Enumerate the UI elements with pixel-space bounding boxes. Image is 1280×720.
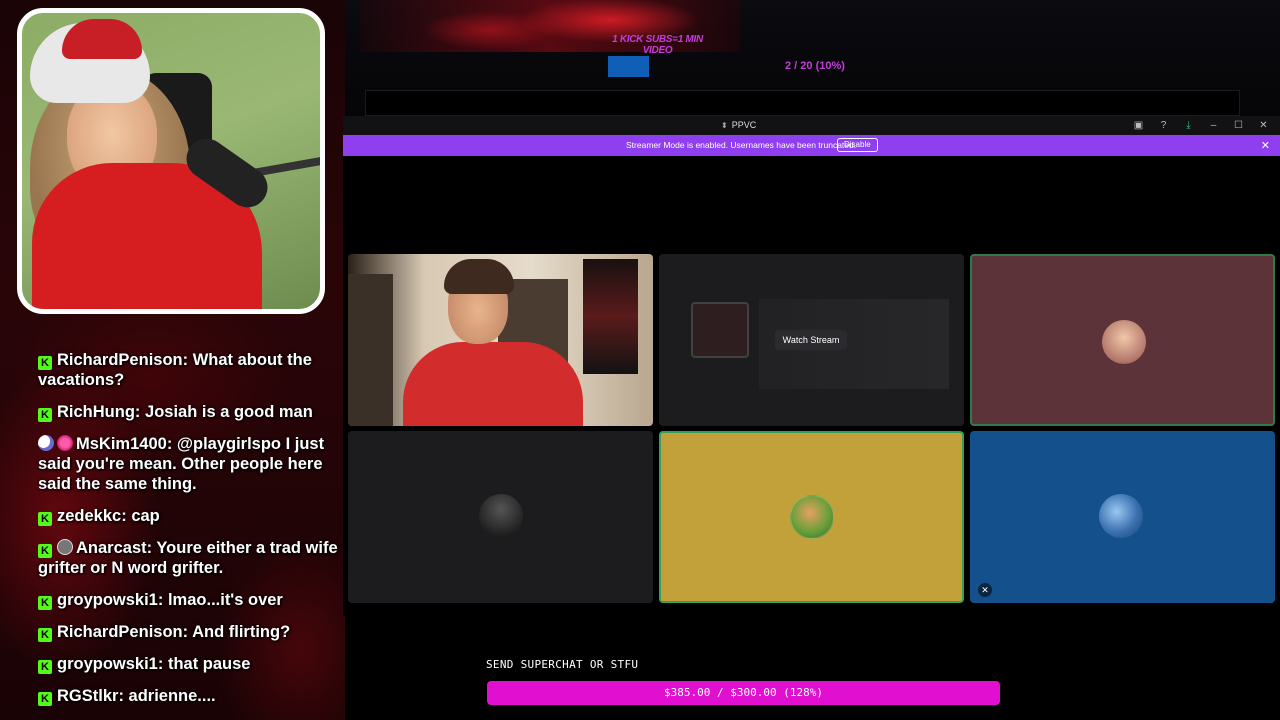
participant-tile[interactable] bbox=[659, 431, 964, 603]
chat-message: K RichHung: Josiah is a good man bbox=[38, 402, 338, 422]
chat-text: lmao...it's over bbox=[167, 591, 283, 609]
chat-message: Kgroypowski1: lmao...it's over bbox=[38, 590, 338, 610]
kick-badge-icon: K bbox=[38, 544, 52, 558]
webcam-feed bbox=[17, 8, 325, 314]
chat-username: RGStlkr bbox=[57, 687, 119, 705]
superchat-goal-bar: $385.00 / $300.00 (128%) bbox=[487, 681, 1000, 705]
chat-message: K Anarcast: Youre either a trad wife grif… bbox=[38, 539, 338, 577]
chat-panel: K RichardPenison: What about the vacation… bbox=[38, 350, 338, 718]
chat-text: cap bbox=[131, 507, 160, 525]
chat-message: MsKim1400: @playgirlspo I just said you'… bbox=[38, 435, 325, 493]
discord-window: ⬍ PPVC ▣ ? ⤓ – ☐ ✕ Streamer Mode is enabl… bbox=[343, 116, 1280, 616]
user-avatar-badge-icon bbox=[57, 539, 73, 555]
participant-tile[interactable] bbox=[970, 254, 1275, 426]
chat-message: K RichardPenison: What about the vacation… bbox=[38, 351, 312, 389]
shelf-left bbox=[348, 274, 393, 426]
chat-username: groypowski1 bbox=[57, 655, 158, 673]
chat-username: RichardPenison bbox=[57, 351, 183, 369]
sub-goal-title: 1 KICK SUBS=1 MIN VIDEO bbox=[612, 34, 703, 56]
mic-muted-icon: ✕ bbox=[978, 583, 992, 597]
chat-username: groypowski1 bbox=[57, 591, 158, 609]
close-button[interactable]: ✕ bbox=[1251, 118, 1276, 133]
participant-tile[interactable] bbox=[348, 431, 653, 603]
window-titlebar: ⬍ PPVC ▣ ? ⤓ – ☐ ✕ bbox=[343, 116, 1280, 135]
chat-username: zedekkc bbox=[57, 507, 122, 525]
avatar bbox=[790, 495, 834, 539]
banner-text: Streamer Mode is enabled. Usernames have… bbox=[626, 140, 857, 150]
kick-badge-icon: K bbox=[38, 512, 52, 526]
avatar bbox=[1099, 494, 1143, 538]
superchat-goal-label: SEND SUPERCHAT OR STFU bbox=[486, 658, 639, 671]
kick-badge-icon: K bbox=[38, 408, 52, 422]
video-tile[interactable] bbox=[348, 254, 653, 426]
chat-username: RichardPenison bbox=[57, 623, 183, 641]
channel-icon: ⬍ bbox=[721, 121, 728, 130]
streamer-mode-banner: Streamer Mode is enabled. Usernames have… bbox=[343, 135, 1280, 156]
kick-badge-icon: K bbox=[38, 356, 52, 370]
heart-badge-icon bbox=[57, 435, 73, 451]
window-controls: ▣ ? ⤓ – ☐ ✕ bbox=[1126, 118, 1276, 133]
disable-button[interactable]: Disable bbox=[837, 138, 878, 152]
avatar bbox=[1102, 320, 1146, 364]
banner-close-icon[interactable]: ✕ bbox=[1261, 139, 1270, 152]
kick-badge-icon: K bbox=[38, 660, 52, 674]
help-icon[interactable]: ? bbox=[1151, 118, 1176, 133]
chat-username: Anarcast bbox=[76, 539, 147, 557]
download-icon[interactable]: ⤓ bbox=[1176, 118, 1201, 133]
kick-badge-icon: K bbox=[38, 596, 52, 610]
sub-goal-progress-bar bbox=[608, 56, 649, 77]
kick-badge-icon: K bbox=[38, 628, 52, 642]
maximize-button[interactable]: ☐ bbox=[1226, 118, 1251, 133]
chat-message: Kzedekkc: cap bbox=[38, 506, 338, 526]
participant-shirt bbox=[403, 342, 583, 426]
stream-thumbnail bbox=[691, 302, 749, 358]
chat-text: that pause bbox=[167, 655, 251, 673]
window-title: ⬍ PPVC bbox=[721, 120, 757, 130]
chat-text: Josiah is a good man bbox=[145, 403, 313, 421]
participant-hair bbox=[444, 259, 514, 294]
chat-username: RichHung bbox=[57, 403, 135, 421]
watch-stream-button[interactable]: Watch Stream bbox=[775, 330, 847, 350]
chat-text: adrienne.... bbox=[128, 687, 216, 705]
moon-badge-icon bbox=[38, 435, 54, 451]
chat-message: K RGStlkr: adrienne.... bbox=[38, 686, 338, 706]
avatar bbox=[479, 494, 523, 538]
movie-poster bbox=[583, 259, 638, 374]
participant-tile[interactable]: ✕ bbox=[970, 431, 1275, 603]
minimize-button[interactable]: – bbox=[1201, 118, 1226, 133]
chat-message: K RichardPenison: And flirting? bbox=[38, 622, 338, 642]
chat-message: Kgroypowski1: that pause bbox=[38, 654, 338, 674]
santa-hat-red bbox=[62, 19, 142, 59]
kick-badge-icon: K bbox=[38, 692, 52, 706]
sub-goal-count: 2 / 20 (10%) bbox=[785, 60, 845, 72]
chat-text: And flirting? bbox=[192, 623, 291, 641]
stream-tile[interactable]: Watch Stream bbox=[659, 254, 964, 426]
top-strip bbox=[365, 90, 1240, 116]
chat-username: MsKim1400 bbox=[76, 435, 167, 453]
inbox-icon[interactable]: ▣ bbox=[1126, 118, 1151, 133]
